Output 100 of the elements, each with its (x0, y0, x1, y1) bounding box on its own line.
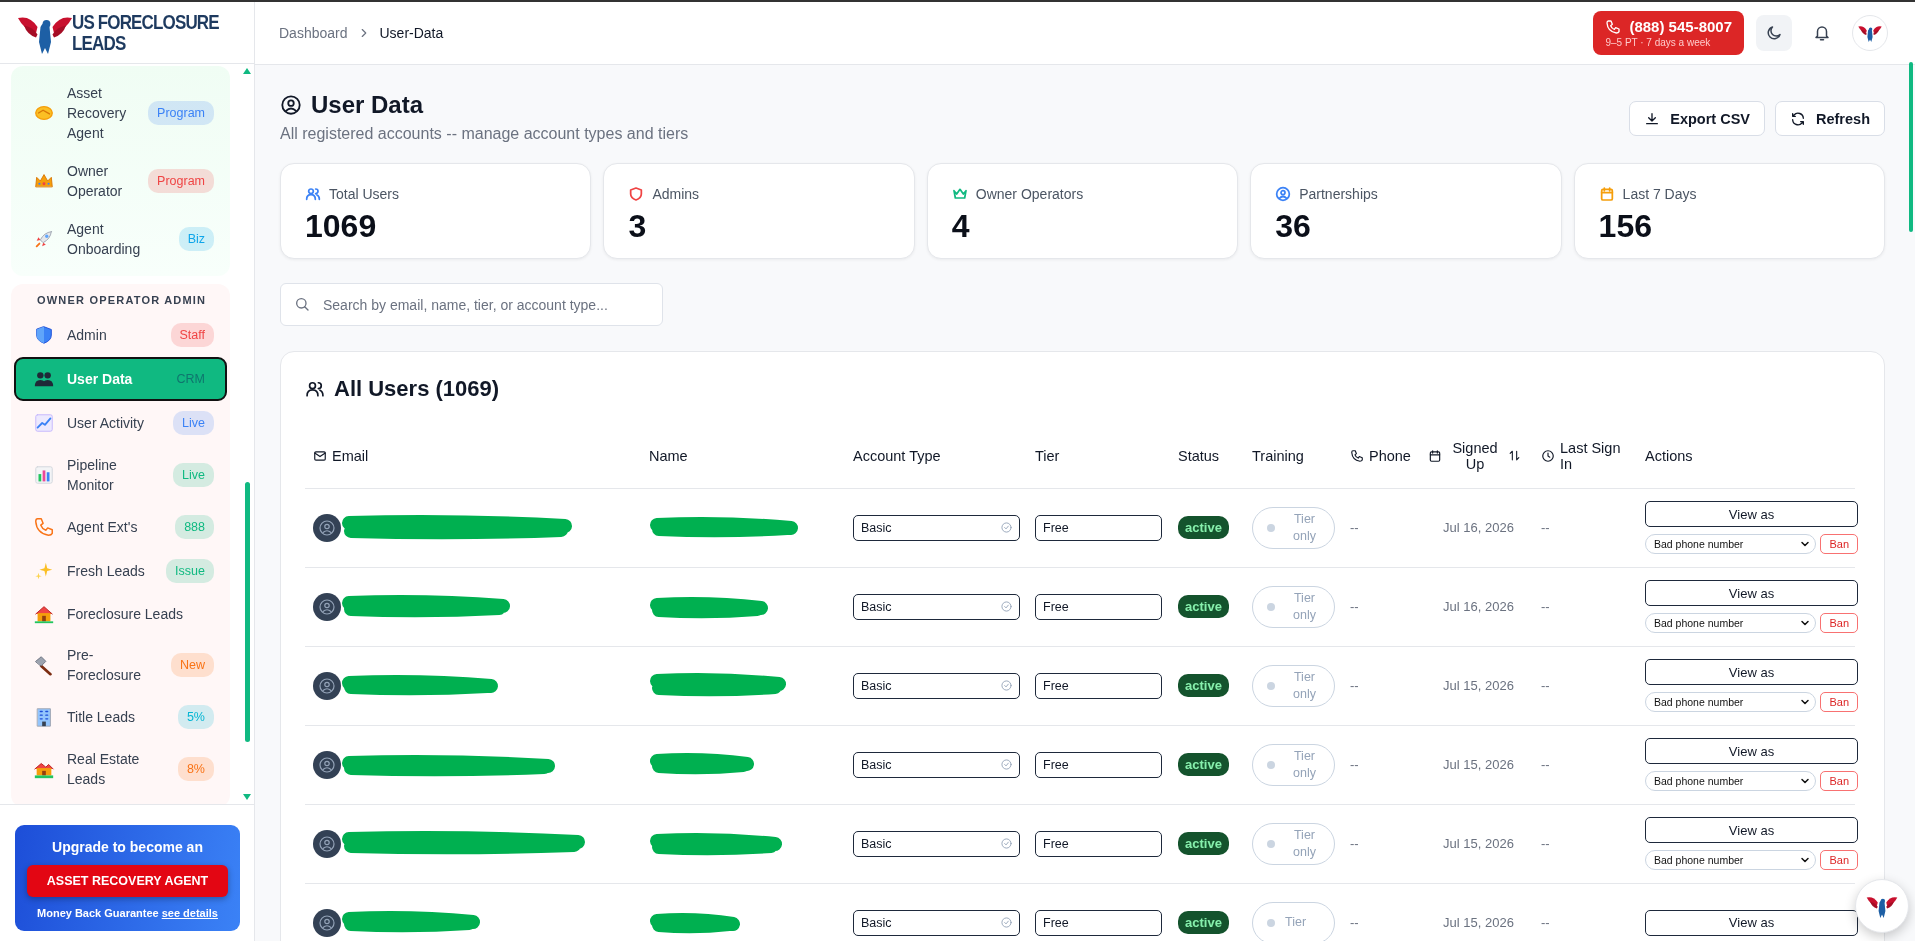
column-header[interactable]: Actions (1645, 447, 1693, 464)
table-cell-text: Jul 16, 2026 (1442, 599, 1515, 614)
tier-field[interactable]: Free (1035, 672, 1162, 699)
sidebar-item[interactable]: Pipeline Monitor Live (17, 445, 224, 505)
stat-value: 36 (1275, 208, 1312, 245)
user-avatar-icon (313, 513, 341, 542)
clock-icon (1541, 448, 1555, 463)
section-heading: OWNER OPERATOR ADMIN (36, 294, 208, 308)
export-button[interactable]: Export CSV (1629, 101, 1765, 136)
badge: 5% (177, 705, 214, 729)
table-cell: -- (1350, 836, 1359, 851)
account-type-select[interactable]: Basic (853, 514, 1020, 541)
phone-icon (1605, 18, 1622, 35)
sidebar-item[interactable]: Real Estate Leads 8% (17, 739, 224, 799)
stat-value: 1069 (305, 208, 378, 245)
badge: Staff (170, 323, 214, 347)
table-cell: -- (1350, 599, 1359, 614)
scrollbar-thumb[interactable] (1909, 62, 1913, 232)
column-header[interactable]: Tier (1035, 447, 1060, 464)
sidebar-item[interactable]: Owner Operator Program (17, 152, 224, 210)
theme-toggle-button[interactable] (1756, 15, 1792, 51)
column-header[interactable]: Email (332, 447, 369, 464)
tier-field[interactable]: Free (1035, 593, 1162, 620)
status-badge: active (1178, 674, 1229, 697)
table-cell-text: Jul 15, 2026 (1442, 678, 1515, 693)
view-as-button[interactable]: View as (1645, 659, 1858, 685)
ban-button[interactable]: Ban (1820, 613, 1858, 633)
tier-field[interactable]: Free (1035, 830, 1162, 857)
guarantee-text: Money Back Guarantee (37, 907, 159, 919)
table-cell: -- (1541, 599, 1550, 614)
table-cell: -- (1350, 520, 1359, 535)
ban-button[interactable]: Ban (1820, 692, 1858, 712)
account-type-select[interactable]: Basic (853, 751, 1020, 778)
column-header[interactable]: Phone (1369, 447, 1411, 464)
upgrade-button[interactable]: ASSET RECOVERY AGENT (27, 865, 228, 897)
sidebar-item[interactable]: Agent Onboarding Biz (17, 210, 224, 268)
ban-button[interactable]: Ban (1820, 850, 1858, 870)
refresh-icon (1790, 110, 1806, 127)
scroll-up-icon (243, 68, 251, 74)
stat-label: Last 7 Days (1622, 186, 1697, 202)
status-badge: active (1178, 595, 1229, 618)
breadcrumb-link[interactable]: User-Data (379, 25, 444, 41)
account-type-select[interactable]: Basic (853, 672, 1020, 699)
sidebar-item[interactable]: Agent Ext's 888 (17, 505, 224, 549)
ban-button[interactable]: Ban (1820, 534, 1858, 554)
tier-field[interactable]: Free (1035, 909, 1162, 936)
tier-field[interactable]: Free (1035, 751, 1162, 778)
sidebar-item[interactable]: User Activity Live (17, 401, 224, 445)
view-as-button[interactable]: View as (1645, 580, 1858, 606)
refresh-button[interactable]: Refresh (1775, 101, 1885, 136)
sidebar-item[interactable]: Admin Staff (17, 313, 224, 357)
view-as-button[interactable]: View as (1645, 501, 1858, 527)
column-header[interactable]: Status (1178, 447, 1220, 464)
view-as-button[interactable]: View as (1645, 909, 1858, 936)
tier-field[interactable]: Free (1035, 514, 1162, 541)
badge: Program (148, 101, 214, 125)
column-header[interactable]: Training (1252, 447, 1304, 464)
calendar-icon (1428, 448, 1442, 463)
breadcrumb-link[interactable]: Dashboard (279, 25, 348, 41)
view-as-button[interactable]: View as (1645, 738, 1858, 764)
stat-label: Admins (652, 186, 700, 202)
table-title: All Users (1069) (334, 376, 500, 402)
account-type-select[interactable]: Basic (853, 593, 1020, 620)
download-icon (1644, 110, 1661, 127)
house-icon (33, 603, 55, 625)
badge: 8% (177, 757, 214, 781)
column-header[interactable]: Signed Up (1450, 439, 1500, 472)
sidebar-item[interactable]: Title Leads 5% (17, 695, 224, 739)
table-cell: -- (1350, 678, 1359, 693)
sidebar-item[interactable]: Foreclosure Leads (17, 593, 224, 635)
phone-icon (1350, 448, 1364, 463)
user-avatar-icon (313, 671, 341, 700)
phone-button[interactable]: (888) 545-8007 9–5 PT · 7 days a week (1593, 11, 1744, 55)
table-cell-text: Jul 15, 2026 (1442, 915, 1515, 930)
table-cell: -- (1541, 678, 1550, 693)
view-as-button[interactable]: View as (1645, 817, 1858, 843)
details-link[interactable]: see details (161, 907, 218, 919)
page-subtitle: All registered accounts -- manage account types and tiers (280, 125, 689, 143)
logo-text: LEADS (72, 32, 127, 54)
user-avatar-icon (313, 829, 341, 858)
scrollbar-thumb[interactable] (244, 482, 250, 742)
sidebar-item[interactable]: Fresh Leads Issue (17, 549, 224, 593)
check-circle-icon (1001, 838, 1012, 849)
sidebar-item[interactable]: Asset Recovery Agent Program (17, 74, 224, 152)
badge: Live (173, 411, 214, 435)
account-type-select[interactable]: Basic (853, 909, 1020, 936)
table-cell: -- (1541, 915, 1550, 930)
search-field[interactable]: Search by email, name, tier, or account type... (280, 283, 663, 326)
table-cell: -- (1350, 757, 1359, 772)
profile-avatar[interactable] (1852, 15, 1888, 51)
badge: 888 (175, 515, 214, 539)
column-header[interactable]: Name (649, 447, 688, 464)
ban-button[interactable]: Ban (1820, 771, 1858, 791)
column-header[interactable]: Last Sign In (1560, 439, 1633, 472)
account-type-select[interactable]: Basic (853, 830, 1020, 857)
user-avatar-icon (313, 592, 341, 621)
bell-icon (1813, 24, 1831, 42)
stat-label: Partnerships (1299, 186, 1378, 202)
sidebar-item[interactable]: Pre-Foreclosure New (17, 635, 224, 695)
column-header[interactable]: Account Type (853, 447, 941, 464)
